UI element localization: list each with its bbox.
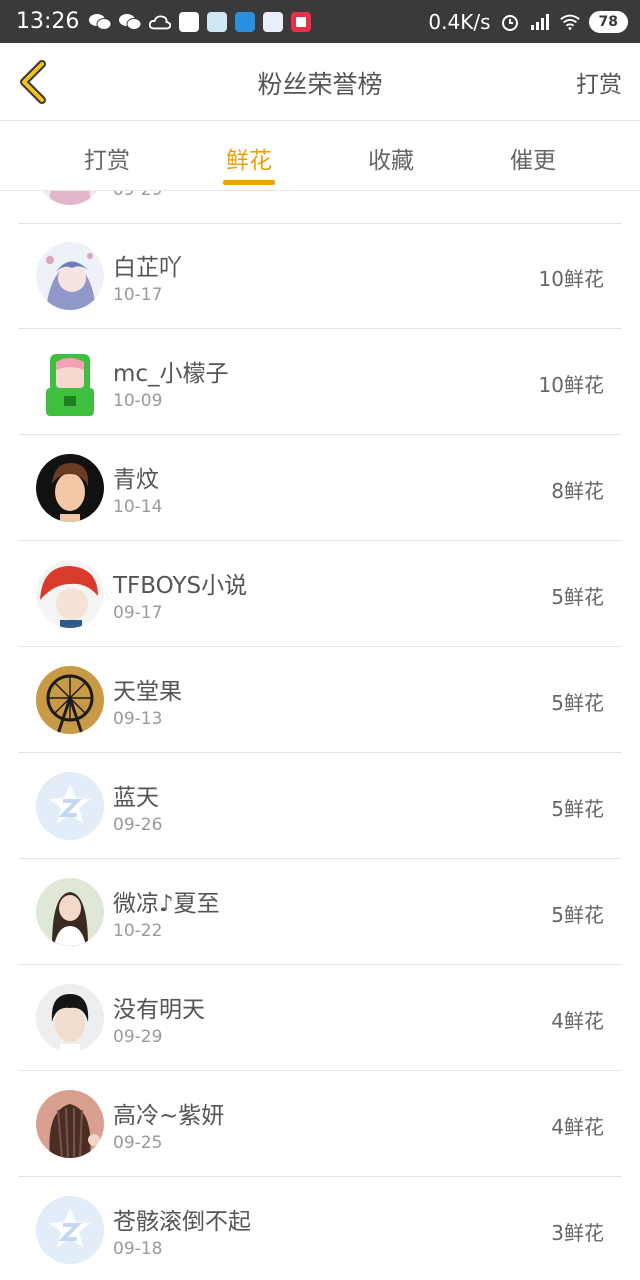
list-item[interactable]: 天堂果 09-13 5鲜花 <box>18 647 622 753</box>
signal-icon <box>529 11 551 33</box>
list-item-date: 10-17 <box>113 285 163 305</box>
green-hood-avatar <box>36 348 104 416</box>
page-title: 粉丝荣誉榜 <box>257 70 383 99</box>
list-item-date: 09-13 <box>113 709 163 729</box>
list-item-name: 没有明天 <box>113 997 205 1023</box>
flower-count: 5鲜花 <box>551 585 604 609</box>
list-item-name: 蓝天 <box>113 785 159 811</box>
tab-bar: 打赏 鲜花 收藏 催更 <box>0 121 640 191</box>
list-item-name: 苍骸滚倒不起 <box>113 1209 251 1235</box>
list-item[interactable]: 青炆 10-14 8鲜花 <box>18 435 622 541</box>
flower-count: 5鲜花 <box>551 691 604 715</box>
list-item[interactable]: 09-29 <box>18 191 622 224</box>
list-item-name: TFBOYS小说 <box>113 573 248 599</box>
flower-count: 5鲜花 <box>551 903 604 927</box>
network-speed: 0.4K/s <box>428 9 491 34</box>
list-item[interactable]: 高冷~紫妍 09-25 4鲜花 <box>18 1071 622 1177</box>
list-item[interactable]: 白芷吖 10-17 10鲜花 <box>18 223 622 329</box>
tab-favorites[interactable]: 收藏 <box>331 141 451 175</box>
notification-icons <box>89 11 312 33</box>
ferris-wheel-avatar <box>36 666 104 734</box>
list-item-date: 09-29 <box>113 1027 163 1047</box>
flower-count: 8鲜花 <box>551 479 604 503</box>
list-item-date: 10-14 <box>113 497 163 517</box>
reward-button[interactable]: 打赏 <box>576 65 622 99</box>
boy-photo-avatar <box>36 984 104 1052</box>
app-icon <box>179 11 200 32</box>
list-item-date: 10-22 <box>113 921 163 941</box>
list-item-date: 09-17 <box>113 603 163 623</box>
flower-count: 5鲜花 <box>551 797 604 821</box>
battery-indicator: 78 <box>588 10 628 33</box>
cloud-icon <box>149 11 172 33</box>
status-right: 0.4K/s 78 <box>428 0 628 43</box>
list-item-name: 高冷~紫妍 <box>113 1103 225 1129</box>
list-item-name: 白芷吖 <box>113 255 182 281</box>
anime-avatar <box>36 191 104 205</box>
fan-ranking-list[interactable]: 09-29 白芷吖 10-17 10鲜花 <box>0 191 640 1280</box>
app-icon <box>207 11 228 32</box>
list-item[interactable]: 微凉♪夏至 10-22 5鲜花 <box>18 859 622 965</box>
flower-count: 3鲜花 <box>551 1221 604 1245</box>
status-time: 13:26 <box>16 9 80 34</box>
wifi-icon <box>559 11 581 33</box>
list-item-date: 09-25 <box>113 1133 163 1153</box>
list-item[interactable]: 苍骸滚倒不起 09-18 3鲜花 <box>18 1177 622 1280</box>
girl-photo-avatar <box>36 878 104 946</box>
list-item-date: 09-18 <box>113 1239 163 1259</box>
tab-reward[interactable]: 打赏 <box>47 141 167 175</box>
list-item-name: 青炆 <box>113 467 159 493</box>
list-item[interactable]: mc_小檬子 10-09 10鲜花 <box>18 329 622 435</box>
list-item[interactable]: TFBOYS小说 09-17 5鲜花 <box>18 541 622 647</box>
list-item[interactable]: 没有明天 09-29 4鲜花 <box>18 965 622 1071</box>
app-icon <box>291 11 312 32</box>
paw-app-icon <box>263 11 284 32</box>
tab-urge-update[interactable]: 催更 <box>473 141 593 175</box>
app-icon <box>235 11 256 32</box>
title-bar: 粉丝荣誉榜 打赏 <box>0 43 640 121</box>
flower-count: 10鲜花 <box>538 267 604 291</box>
list-item-name: mc_小檬子 <box>113 361 229 387</box>
flower-count: 4鲜花 <box>551 1009 604 1033</box>
list-item-date: 09-26 <box>113 815 163 835</box>
cartoon-boy-avatar <box>36 454 104 522</box>
flower-count: 10鲜花 <box>538 373 604 397</box>
tab-flowers[interactable]: 鲜花 <box>189 141 309 175</box>
default-qq-avatar <box>36 772 104 840</box>
wechat-icon <box>119 11 142 33</box>
list-item-date: 10-09 <box>113 391 163 411</box>
default-qq-avatar <box>36 1196 104 1264</box>
active-tab-indicator <box>223 180 275 185</box>
alarm-icon <box>499 11 521 33</box>
list-item-name: 微凉♪夏至 <box>113 891 220 917</box>
wechat-icon <box>89 11 112 33</box>
red-hair-avatar <box>36 560 104 628</box>
list-item[interactable]: 蓝天 09-26 5鲜花 <box>18 753 622 859</box>
list-item-date: 09-29 <box>113 191 162 200</box>
flower-count: 4鲜花 <box>551 1115 604 1139</box>
anime-girl-avatar <box>36 242 104 310</box>
list-item-name: 天堂果 <box>113 679 182 705</box>
status-bar: 13:26 0.4K/s 78 <box>0 0 640 43</box>
braid-girl-avatar <box>36 1090 104 1158</box>
